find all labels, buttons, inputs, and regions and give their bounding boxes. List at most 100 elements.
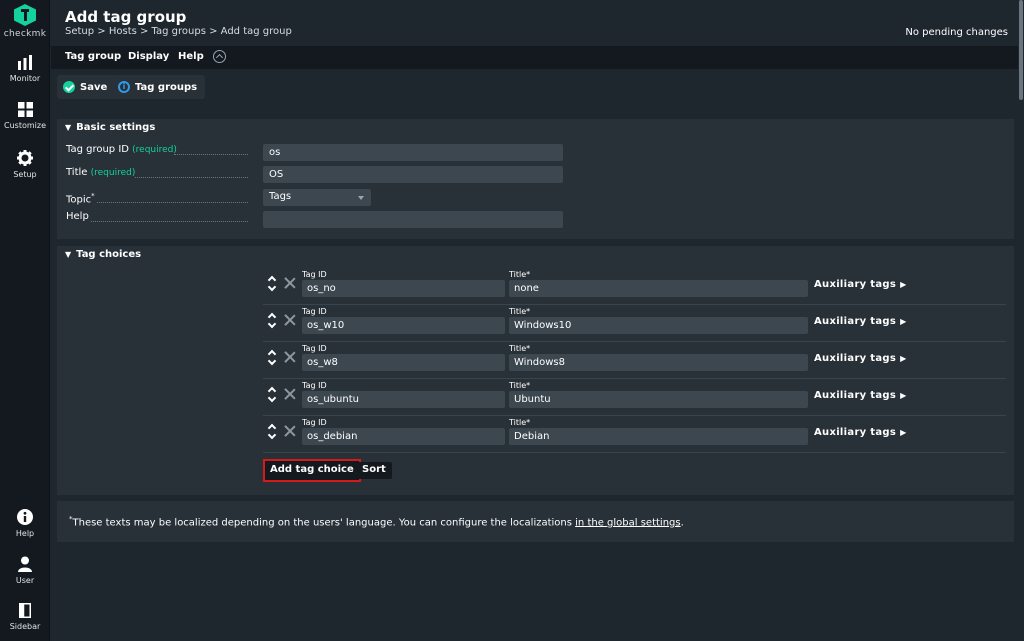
delete-icon[interactable] [284, 388, 296, 400]
label-dots [174, 154, 248, 155]
tag-groups-button[interactable]: i Tag groups [112, 75, 206, 99]
tag-group-id-label-text: Tag group ID [66, 144, 129, 155]
auxiliary-tags-toggle[interactable]: Auxiliary tags ▶ [814, 390, 907, 401]
pending-changes-status[interactable]: No pending changes [905, 27, 1008, 38]
tag-title-label: Title* [509, 381, 531, 390]
sidebar-label-monitor: Monitor [9, 74, 41, 83]
tag-title-input[interactable]: Windows8 [509, 354, 808, 371]
page-scrollbar[interactable] [1018, 0, 1024, 641]
auxiliary-tags-label: Auxiliary tags [814, 427, 897, 438]
drag-sort-icon[interactable] [267, 386, 278, 404]
page-menu-bar: Tag group Display Help [51, 46, 1024, 69]
tag-title-label: Title* [509, 418, 531, 427]
help-input[interactable] [263, 211, 563, 228]
sidebar-item-sidebar[interactable]: Sidebar [0, 603, 50, 631]
triangle-right-icon: ▶ [900, 317, 907, 326]
label-dots [91, 221, 248, 222]
menu-help[interactable]: Help [178, 51, 204, 62]
scrollbar-thumb[interactable] [1019, 0, 1023, 100]
title-label-text: Title [66, 167, 88, 178]
sidebar-item-user[interactable]: User [0, 556, 50, 585]
tag-title-input[interactable]: Windows10 [509, 317, 808, 334]
tag-choice-row: Tag ID os_ubuntu Title* Ubuntu Auxiliary… [263, 379, 1006, 416]
tag-title-label: Title* [509, 270, 531, 279]
sidebar-item-help[interactable]: Help [0, 509, 50, 538]
page-title: Add tag group [65, 8, 187, 26]
tag-title-label: Title* [509, 344, 531, 353]
footnote-end: . [680, 517, 684, 529]
tag-choices-header[interactable]: ▼ Tag choices [57, 246, 1014, 263]
page-header: Add tag group Setup > Hosts > Tag groups… [51, 0, 1024, 46]
auxiliary-tags-toggle[interactable]: Auxiliary tags ▶ [814, 316, 907, 327]
menu-tag-group[interactable]: Tag group [65, 51, 121, 62]
tag-title-label: Title* [509, 307, 531, 316]
sidebar-label-setup: Setup [13, 170, 37, 179]
sidebar-item-monitor[interactable]: Monitor [0, 55, 50, 83]
tag-groups-label: Tag groups [135, 81, 198, 93]
breadcrumb[interactable]: Setup > Hosts > Tag groups > Add tag gro… [65, 26, 292, 37]
sidebar-item-setup[interactable]: Setup [0, 150, 50, 179]
menu-display[interactable]: Display [128, 51, 169, 62]
sort-button[interactable]: Sort [356, 462, 392, 479]
triangle-right-icon: ▶ [900, 391, 907, 400]
title-input[interactable]: OS [263, 166, 563, 183]
sidebar-label-sidebar: Sidebar [9, 622, 41, 631]
tag-group-id-label: Tag group ID (required) [66, 144, 177, 155]
collapse-menu-icon[interactable] [213, 50, 226, 63]
required-marker: (required) [132, 145, 177, 155]
label-dots [97, 202, 248, 203]
info-icon [17, 509, 33, 525]
user-icon [18, 556, 32, 572]
topic-select[interactable]: Tags [263, 189, 371, 206]
auxiliary-tags-toggle[interactable]: Auxiliary tags ▶ [814, 279, 907, 290]
tag-id-label: Tag ID [302, 418, 327, 427]
triangle-right-icon: ▶ [900, 428, 907, 437]
check-icon [63, 81, 75, 93]
drag-sort-icon[interactable] [267, 423, 278, 441]
sidebar-item-customize[interactable]: Customize [0, 102, 50, 130]
auxiliary-tags-toggle[interactable]: Auxiliary tags ▶ [814, 353, 907, 364]
tag-id-input[interactable]: os_ubuntu [302, 391, 505, 408]
tag-choice-row: Tag ID os_no Title* none Auxiliary tags ▶ [263, 268, 1006, 305]
delete-icon[interactable] [284, 425, 296, 437]
tag-group-id-input[interactable]: os [263, 144, 563, 161]
sidebar-icon [19, 603, 31, 618]
expanded-triangle-icon: ▼ [65, 250, 72, 259]
save-button[interactable]: Save [57, 75, 116, 99]
sidebar-label-customize: Customize [4, 121, 46, 130]
title-label: Title (required) [66, 167, 135, 178]
auxiliary-tags-label: Auxiliary tags [814, 353, 897, 364]
auxiliary-tags-label: Auxiliary tags [814, 279, 897, 290]
drag-sort-icon[interactable] [267, 349, 278, 367]
main-sidebar: checkmk Monitor Customize Setup Help Use… [0, 0, 50, 641]
tag-id-label: Tag ID [302, 344, 327, 353]
required-marker: (required) [90, 168, 136, 178]
expanded-triangle-icon: ▼ [65, 123, 72, 132]
tag-id-label: Tag ID [302, 381, 327, 390]
topic-label-text: Topic [66, 194, 92, 206]
logo-text: checkmk [3, 29, 47, 39]
bar-chart-icon [18, 55, 32, 70]
delete-icon[interactable] [284, 277, 296, 289]
sidebar-label-help: Help [15, 529, 35, 538]
tag-id-input[interactable]: os_w10 [302, 317, 505, 334]
tag-title-input[interactable]: none [509, 280, 808, 297]
drag-sort-icon[interactable] [267, 275, 278, 293]
basic-settings-header[interactable]: ▼ Basic settings [57, 119, 1014, 136]
global-settings-link[interactable]: in the global settings [575, 517, 680, 528]
tag-id-input[interactable]: os_no [302, 280, 505, 297]
delete-icon[interactable] [284, 314, 296, 326]
add-tag-choice-button[interactable]: Add tag choice [263, 459, 361, 482]
tag-id-label: Tag ID [302, 307, 327, 316]
tag-title-input[interactable]: Ubuntu [509, 391, 808, 408]
tag-title-input[interactable]: Debian [509, 428, 808, 445]
drag-sort-icon[interactable] [267, 312, 278, 330]
checkmk-logo[interactable]: checkmk [0, 4, 50, 39]
auxiliary-tags-toggle[interactable]: Auxiliary tags ▶ [814, 427, 907, 438]
tag-id-input[interactable]: os_w8 [302, 354, 505, 371]
tag-id-input[interactable]: os_debian [302, 428, 505, 445]
basic-settings-title: Basic settings [76, 122, 156, 133]
delete-icon[interactable] [284, 351, 296, 363]
chevron-down-icon [358, 196, 364, 200]
help-label: Help [66, 211, 89, 222]
